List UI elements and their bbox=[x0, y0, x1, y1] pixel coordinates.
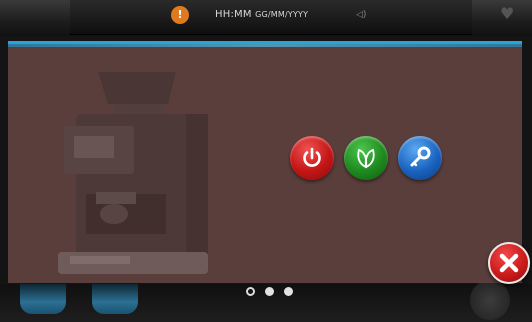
close-button[interactable] bbox=[488, 242, 530, 284]
power-button[interactable] bbox=[290, 136, 334, 180]
warning-icon[interactable]: ! bbox=[171, 6, 189, 24]
coffee-machine-illustration bbox=[58, 72, 208, 274]
page-dot[interactable] bbox=[284, 287, 293, 296]
status-bar: ! HH:MM GG/MM/YYYY ◁) ♥ bbox=[0, 0, 532, 36]
time-text: HH:MM bbox=[215, 9, 252, 20]
date-text: GG/MM/YYYY bbox=[255, 10, 309, 19]
close-icon bbox=[499, 253, 519, 273]
speaker-icon[interactable]: ◁) bbox=[356, 10, 366, 20]
beverage-icon bbox=[20, 284, 66, 314]
key-icon bbox=[410, 146, 431, 167]
settings-shortcut-icon bbox=[470, 280, 510, 320]
heart-icon[interactable]: ♥ bbox=[500, 4, 514, 23]
page-dot-active[interactable] bbox=[246, 287, 255, 296]
page-indicator bbox=[246, 287, 306, 297]
machine-control-modal bbox=[8, 41, 522, 283]
beverage-icon bbox=[92, 284, 138, 314]
eco-mode-button[interactable] bbox=[344, 136, 388, 180]
maintenance-button[interactable] bbox=[398, 136, 442, 180]
power-icon bbox=[303, 147, 321, 167]
leaf-icon bbox=[357, 148, 375, 169]
date-time-display: HH:MM GG/MM/YYYY bbox=[215, 9, 308, 20]
page-dot[interactable] bbox=[265, 287, 274, 296]
